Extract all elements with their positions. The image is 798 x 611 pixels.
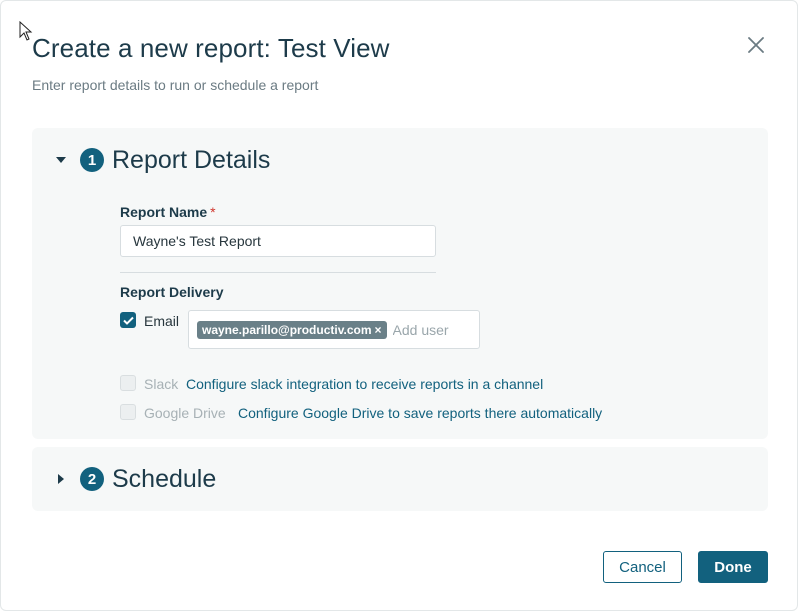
remove-recipient-icon[interactable]: ×: [375, 323, 382, 337]
schedule-header[interactable]: 2 Schedule: [54, 465, 216, 493]
checkmark-icon: [122, 316, 134, 325]
slack-checkbox[interactable]: [120, 375, 136, 391]
google-drive-checkbox[interactable]: [120, 404, 136, 420]
section-title: Schedule: [112, 464, 217, 493]
dialog-subtitle: Enter report details to run or schedule …: [32, 77, 319, 93]
email-recipients-field[interactable]: wayne.parillo@productiv.com ×: [188, 310, 480, 349]
recipient-chip: wayne.parillo@productiv.com ×: [197, 320, 387, 339]
email-checkbox[interactable]: [120, 312, 136, 328]
report-details-section: 1 Report Details Report Name* Report Del…: [32, 128, 768, 439]
section-title: Report Details: [112, 145, 271, 174]
schedule-section: 2 Schedule: [32, 447, 768, 511]
divider: [120, 272, 436, 273]
report-name-label-text: Report Name: [120, 204, 208, 220]
step-badge: 1: [80, 148, 104, 172]
slack-label: Slack: [144, 376, 179, 392]
email-label: Email: [144, 313, 180, 329]
required-marker: *: [210, 204, 216, 220]
add-user-input[interactable]: [392, 321, 473, 338]
mouse-pointer-icon: [19, 21, 33, 41]
report-delivery-label: Report Delivery: [120, 284, 224, 300]
report-name-input[interactable]: [120, 225, 436, 257]
dialog-title: Create a new report: Test View: [32, 33, 390, 63]
report-details-header[interactable]: 1 Report Details: [54, 146, 270, 174]
close-button[interactable]: [745, 34, 767, 56]
google-drive-label: Google Drive: [144, 405, 226, 421]
done-button[interactable]: Done: [698, 551, 768, 583]
recipient-chip-text: wayne.parillo@productiv.com: [202, 322, 372, 337]
step-badge: 2: [80, 467, 104, 491]
create-report-dialog: Create a new report: Test View Enter rep…: [0, 0, 798, 611]
configure-google-drive-link[interactable]: Configure Google Drive to save reports t…: [238, 405, 602, 421]
caret-down-icon: [54, 153, 68, 167]
close-icon: [748, 37, 764, 53]
report-name-label: Report Name *: [120, 204, 216, 220]
caret-right-icon: [54, 472, 68, 486]
configure-slack-link[interactable]: Configure slack integration to receive r…: [186, 376, 543, 392]
cancel-button[interactable]: Cancel: [603, 551, 682, 583]
